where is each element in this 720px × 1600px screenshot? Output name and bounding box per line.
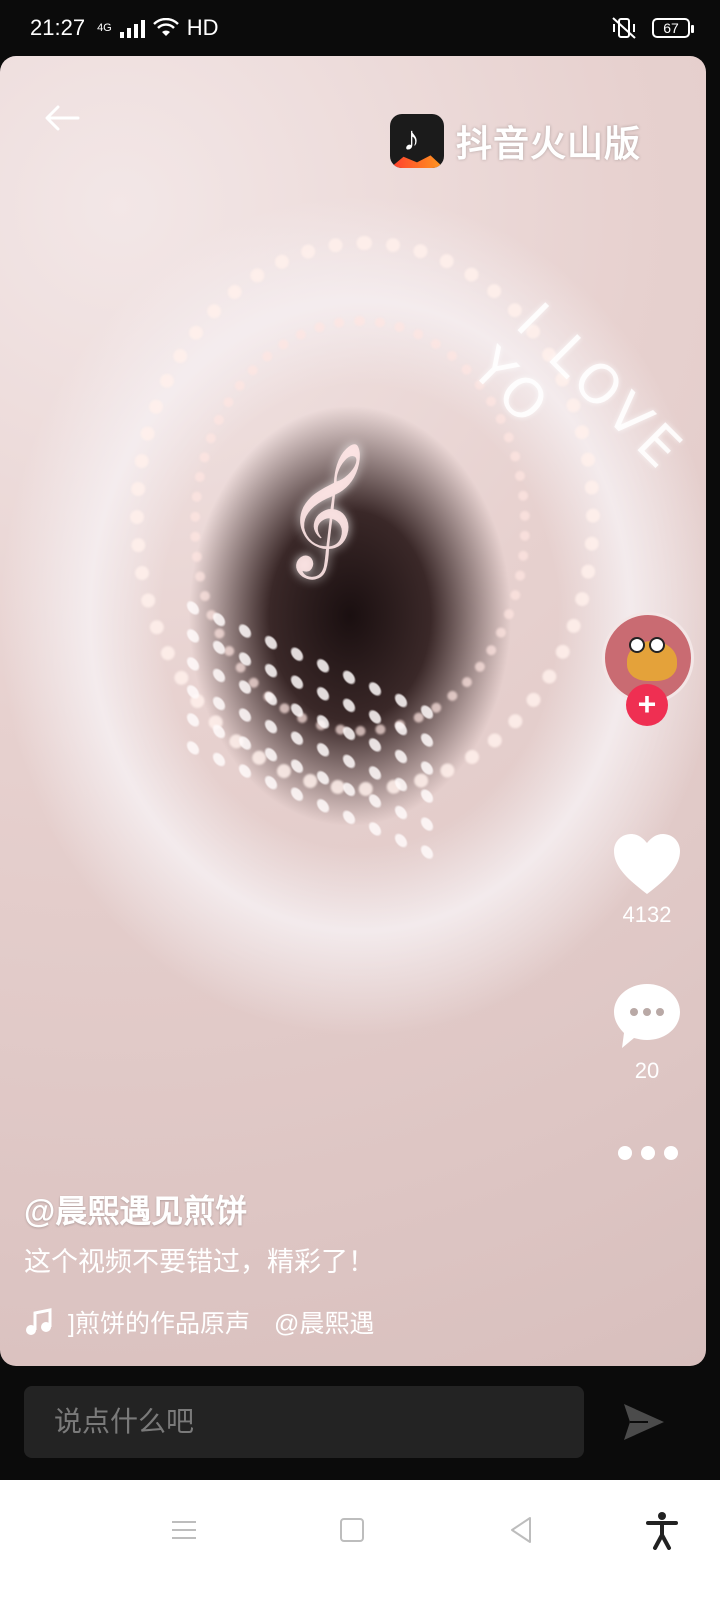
accessibility-icon[interactable]: [642, 1510, 682, 1550]
comment-input[interactable]: 说点什么吧: [24, 1386, 584, 1458]
video-description: 这个视频不要错过，精彩了！: [24, 1247, 375, 1277]
status-time: 21:27: [30, 15, 86, 40]
video-player[interactable]: I LOVE YO 𝄞 ♪ 抖音火山版 + 4132 20 @晨熙遇见煎饼 这个…: [0, 56, 706, 1366]
system-nav-bar: [0, 1480, 720, 1600]
music-author: @晨熙遇: [273, 1310, 375, 1338]
hd-label: HD: [186, 15, 219, 40]
home-square-icon[interactable]: [332, 1510, 372, 1550]
network-label: 4G: [97, 22, 112, 34]
mute-vibrate-icon: [612, 17, 636, 39]
app-logo-icon: ♪: [390, 114, 444, 168]
status-bar: 21:27 4G HD 67: [0, 0, 720, 56]
comment-bar: 说点什么吧: [0, 1366, 720, 1480]
battery-icon: 67: [652, 18, 694, 38]
brand-name: 抖音火山版: [456, 123, 642, 164]
status-right: 67: [610, 16, 694, 40]
author-name[interactable]: @晨熙遇见煎饼: [24, 1186, 247, 1232]
back-triangle-icon[interactable]: [502, 1510, 542, 1550]
battery-level: 67: [663, 20, 679, 36]
follow-button[interactable]: +: [626, 684, 668, 726]
music-note-icon: [26, 1308, 52, 1335]
menu-icon[interactable]: [164, 1510, 204, 1550]
comment-count: 20: [634, 1058, 660, 1083]
like-count: 4132: [622, 902, 672, 927]
send-icon[interactable]: [622, 1400, 666, 1444]
comment-icon[interactable]: [612, 982, 682, 1050]
more-options-icon[interactable]: [618, 1146, 678, 1166]
music-title: ]煎饼的作品原声: [68, 1310, 250, 1338]
music-marquee: ]煎饼的作品原声 @晨熙遇: [68, 1304, 374, 1340]
app-brand: ♪ 抖音火山版: [390, 114, 641, 168]
heart-icon[interactable]: [612, 832, 682, 896]
status-left: 21:27 4G HD: [30, 15, 219, 41]
avatar-eye: [649, 637, 665, 653]
back-arrow-icon[interactable]: [40, 96, 84, 140]
signal-icon: [119, 18, 145, 38]
music-info[interactable]: ]煎饼的作品原声 @晨熙遇: [24, 1304, 384, 1340]
avatar-eye: [629, 637, 645, 653]
wifi-icon: [152, 18, 179, 36]
